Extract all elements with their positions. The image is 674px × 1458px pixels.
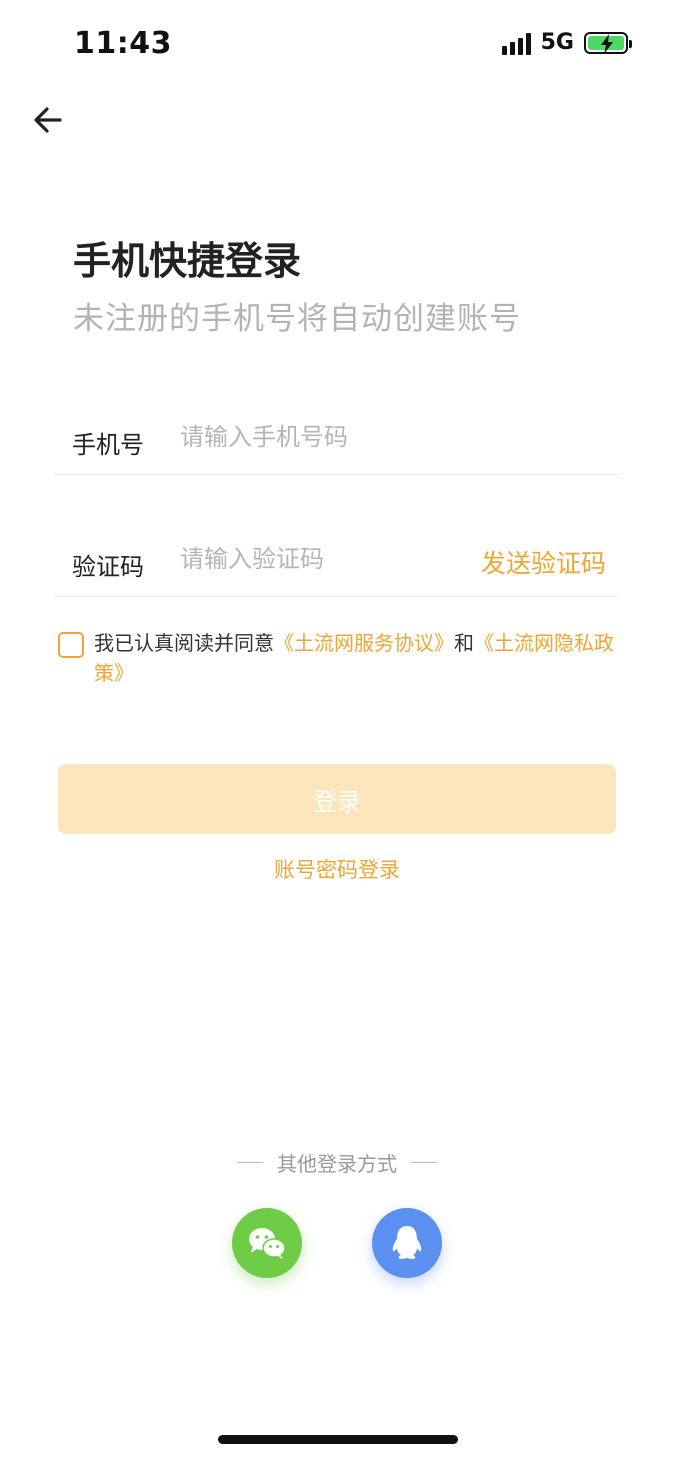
arrow-left-icon	[34, 107, 62, 133]
login-button[interactable]: 登录	[58, 764, 616, 834]
divider-line-left	[237, 1162, 263, 1163]
home-indicator	[218, 1435, 458, 1444]
signal-icon	[501, 31, 531, 55]
wechat-login-button[interactable]	[232, 1208, 302, 1278]
agreement-checkbox[interactable]	[58, 632, 84, 658]
page-title: 手机快捷登录	[73, 239, 302, 283]
status-bar: 11:43 5G	[0, 0, 674, 90]
phone-field-row: 手机号	[54, 395, 620, 475]
wechat-icon	[249, 1228, 286, 1259]
other-login-divider: 其他登录方式	[0, 1148, 674, 1177]
service-agreement-link[interactable]: 《土流网服务协议》	[274, 631, 454, 655]
back-button[interactable]	[28, 100, 68, 140]
other-login-label: 其他登录方式	[277, 1152, 397, 1176]
phone-label: 手机号	[72, 431, 144, 459]
status-indicators: 5G	[501, 30, 632, 55]
charging-bolt-icon	[601, 33, 613, 54]
password-login-link[interactable]: 账号密码登录	[0, 854, 674, 884]
phone-input[interactable]	[180, 417, 480, 457]
code-label: 验证码	[72, 553, 144, 581]
code-field-row: 验证码 发送验证码	[54, 517, 620, 597]
status-time: 11:43	[74, 26, 172, 61]
agreement-and: 和	[454, 631, 474, 655]
qq-login-button[interactable]	[372, 1208, 442, 1278]
send-code-button[interactable]: 发送验证码	[481, 544, 606, 580]
network-type: 5G	[540, 30, 574, 55]
battery-icon	[584, 31, 632, 54]
divider-line-right	[411, 1162, 437, 1163]
agreement-prefix: 我已认真阅读并同意	[94, 631, 274, 655]
qq-icon	[392, 1226, 422, 1259]
agreement-text: 我已认真阅读并同意《土流网服务协议》和《土流网隐私政策》	[94, 628, 618, 688]
page-subtitle: 未注册的手机号将自动创建账号	[73, 301, 521, 337]
code-input[interactable]	[180, 539, 480, 579]
